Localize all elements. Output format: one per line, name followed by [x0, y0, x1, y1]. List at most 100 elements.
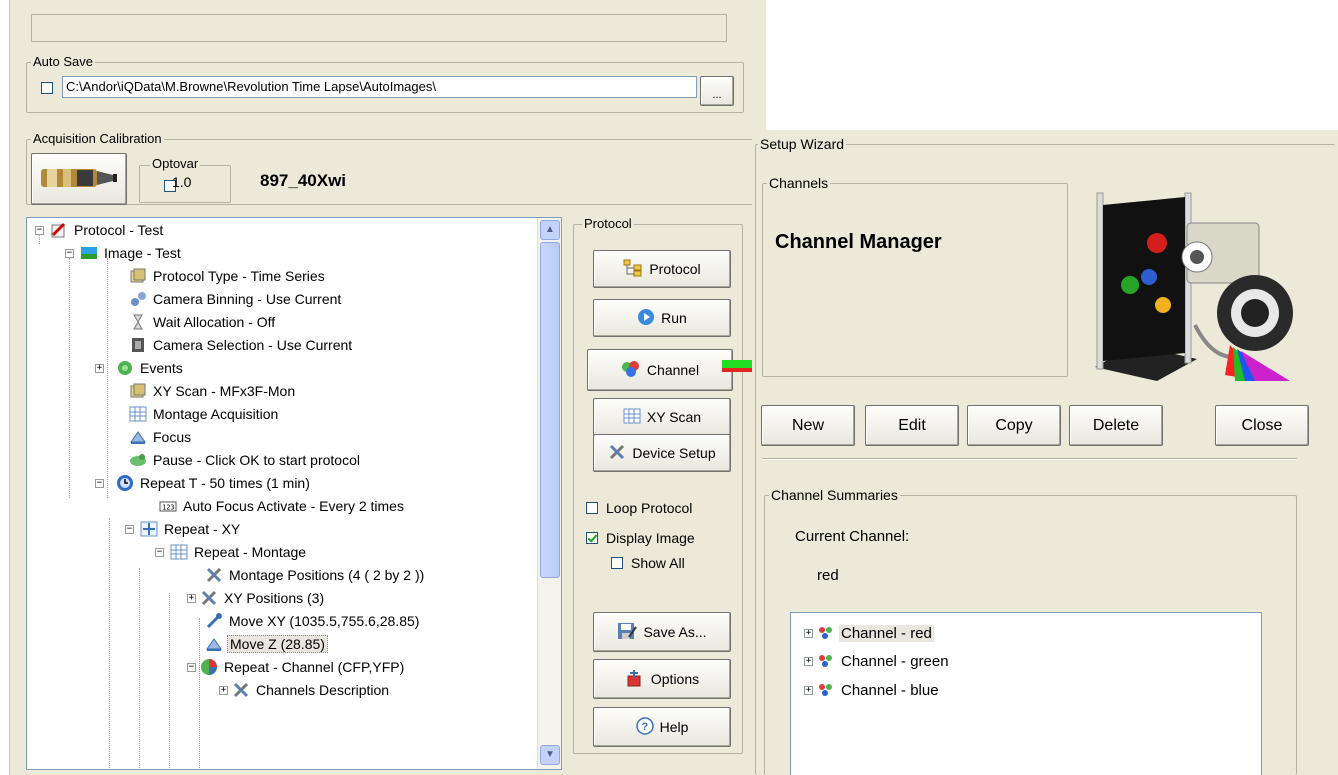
- tree-item-move-xy[interactable]: Move XY (1035.5,755.6,28.85): [205, 610, 421, 632]
- display-image-checkbox[interactable]: [586, 532, 598, 544]
- protocol-legend: Protocol: [582, 216, 634, 231]
- run-button[interactable]: Run: [593, 299, 731, 337]
- channel-list-item-red[interactable]: + Channel - red: [804, 622, 934, 644]
- tree-item-xy-positions[interactable]: + XY Positions (3): [187, 587, 326, 609]
- collapse-icon[interactable]: −: [187, 662, 196, 672]
- protocol-tree[interactable]: − Protocol - Test − Image - Test Protoco…: [26, 217, 562, 770]
- move-xy-icon: [205, 612, 223, 630]
- tools-icon: [200, 589, 218, 607]
- scroll-down-button[interactable]: ▼: [540, 745, 560, 765]
- montage-icon: [170, 543, 188, 561]
- tree-item-protocol-type[interactable]: Protocol Type - Time Series: [129, 265, 327, 287]
- pause-icon: [129, 451, 147, 469]
- expand-icon[interactable]: +: [804, 628, 813, 638]
- tree-item-events[interactable]: + Events: [95, 357, 185, 379]
- montage-icon: [129, 405, 147, 423]
- channel-repeat-icon: [200, 658, 218, 676]
- optovar-legend: Optovar: [150, 156, 201, 171]
- scroll-up-button[interactable]: ▲: [540, 220, 560, 240]
- options-icon: [625, 668, 645, 691]
- binning-icon: [129, 290, 147, 308]
- right-blank-area: [766, 0, 1338, 130]
- tree-item-repeat-montage[interactable]: − Repeat - Montage: [155, 541, 308, 563]
- loop-protocol-option[interactable]: Loop Protocol: [586, 500, 692, 516]
- tree-item-image[interactable]: − Image - Test: [65, 242, 183, 264]
- expand-icon[interactable]: +: [804, 656, 813, 666]
- channel-manager-illustration: [1085, 185, 1330, 385]
- edit-channel-button[interactable]: Edit: [865, 405, 959, 446]
- channel-list[interactable]: + Channel - red + Channel - green + Chan…: [790, 612, 1262, 775]
- tree-item-auto-focus[interactable]: 123 Auto Focus Activate - Every 2 times: [159, 495, 406, 517]
- auto-save-legend: Auto Save: [31, 54, 95, 69]
- tools-icon: [232, 681, 250, 699]
- tree-scrollbar[interactable]: ▲ ▼: [537, 218, 561, 769]
- delete-channel-button[interactable]: Delete: [1069, 405, 1163, 446]
- channel-list-item-green[interactable]: + Channel - green: [804, 650, 951, 672]
- autofocus-icon: 123: [159, 497, 177, 515]
- expand-icon[interactable]: +: [187, 593, 196, 603]
- show-all-option[interactable]: Show All: [611, 555, 685, 571]
- tree-item-montage-acquisition[interactable]: Montage Acquisition: [129, 403, 280, 425]
- scroll-thumb[interactable]: [540, 242, 560, 578]
- loop-protocol-checkbox[interactable]: [586, 502, 598, 514]
- objective-button[interactable]: [31, 153, 127, 205]
- protocol-icon: [50, 221, 68, 239]
- auto-save-checkbox[interactable]: [41, 82, 53, 94]
- tree-item-repeat-xy[interactable]: − Repeat - XY: [125, 518, 242, 540]
- auto-save-path-field[interactable]: C:\Andor\iQData\M.Browne\Revolution Time…: [62, 76, 697, 98]
- tree-item-wait-allocation[interactable]: Wait Allocation - Off: [129, 311, 277, 333]
- tree-item-protocol[interactable]: − Protocol - Test: [35, 219, 165, 241]
- channels-legend: Channels: [767, 175, 831, 191]
- play-icon: [637, 308, 655, 329]
- xy-scan-icon: [129, 382, 147, 400]
- calibration-name: 897_40Xwi: [260, 171, 347, 190]
- expand-icon[interactable]: +: [219, 685, 228, 695]
- tree-item-focus[interactable]: Focus: [129, 426, 193, 448]
- tree-item-xy-scan[interactable]: XY Scan - MFx3F-Mon: [129, 380, 297, 402]
- tree-item-repeat-channel[interactable]: − Repeat - Channel (CFP,YFP): [187, 656, 406, 678]
- tree-item-repeat-t[interactable]: − Repeat T - 50 times (1 min): [95, 472, 312, 494]
- device-setup-button[interactable]: Device Setup: [593, 434, 731, 472]
- collapse-icon[interactable]: −: [125, 524, 134, 534]
- protocol-button[interactable]: Protocol: [593, 250, 731, 288]
- tree-item-move-z[interactable]: Move Z (28.85): [205, 633, 328, 655]
- show-all-checkbox[interactable]: [611, 557, 623, 569]
- channel-dots-icon: [817, 624, 835, 642]
- save-as-button[interactable]: Save As...: [593, 612, 731, 652]
- channel-list-item-blue[interactable]: + Channel - blue: [804, 679, 941, 701]
- camera-icon: [129, 336, 147, 354]
- tree-item-channels-description[interactable]: + Channels Description: [219, 679, 391, 701]
- display-image-option[interactable]: Display Image: [586, 530, 695, 546]
- channel-summaries-legend: Channel Summaries: [769, 487, 900, 503]
- hourglass-icon: [129, 313, 147, 331]
- new-channel-button[interactable]: New: [761, 405, 855, 446]
- svg-text:?: ?: [641, 721, 648, 733]
- collapse-icon[interactable]: −: [95, 478, 104, 488]
- acquisition-calibration-group: Acquisition Calibration: [26, 132, 766, 205]
- tree-item-camera-binning[interactable]: Camera Binning - Use Current: [129, 288, 343, 310]
- expand-icon[interactable]: +: [804, 685, 813, 695]
- xy-scan-button[interactable]: XY Scan: [593, 398, 731, 436]
- protocol-tree-icon: [623, 259, 643, 280]
- channel-button[interactable]: Channel: [587, 349, 733, 391]
- objective-lens-icon: [37, 161, 121, 198]
- help-button[interactable]: ? Help: [593, 707, 731, 747]
- collapse-icon[interactable]: −: [35, 225, 44, 235]
- close-button[interactable]: Close: [1215, 405, 1309, 446]
- grid-icon: [623, 408, 641, 427]
- channels-group: Channels: [762, 176, 1068, 377]
- tools-icon: [608, 443, 626, 464]
- collapse-icon[interactable]: −: [65, 248, 74, 258]
- expand-icon[interactable]: +: [95, 363, 104, 373]
- browse-button[interactable]: ...: [700, 76, 734, 106]
- save-icon: [617, 621, 638, 644]
- options-button[interactable]: Options: [593, 659, 731, 699]
- tree-item-montage-positions[interactable]: Montage Positions (4 ( 2 by 2 )): [205, 564, 426, 586]
- tree-item-camera-selection[interactable]: Camera Selection - Use Current: [129, 334, 354, 356]
- clock-icon: [116, 474, 134, 492]
- copy-channel-button[interactable]: Copy: [967, 405, 1061, 446]
- tree-item-pause[interactable]: Pause - Click OK to start protocol: [129, 449, 362, 471]
- acquisition-calibration-legend: Acquisition Calibration: [31, 131, 164, 146]
- collapse-icon[interactable]: −: [155, 547, 164, 557]
- current-channel-value: red: [817, 567, 839, 584]
